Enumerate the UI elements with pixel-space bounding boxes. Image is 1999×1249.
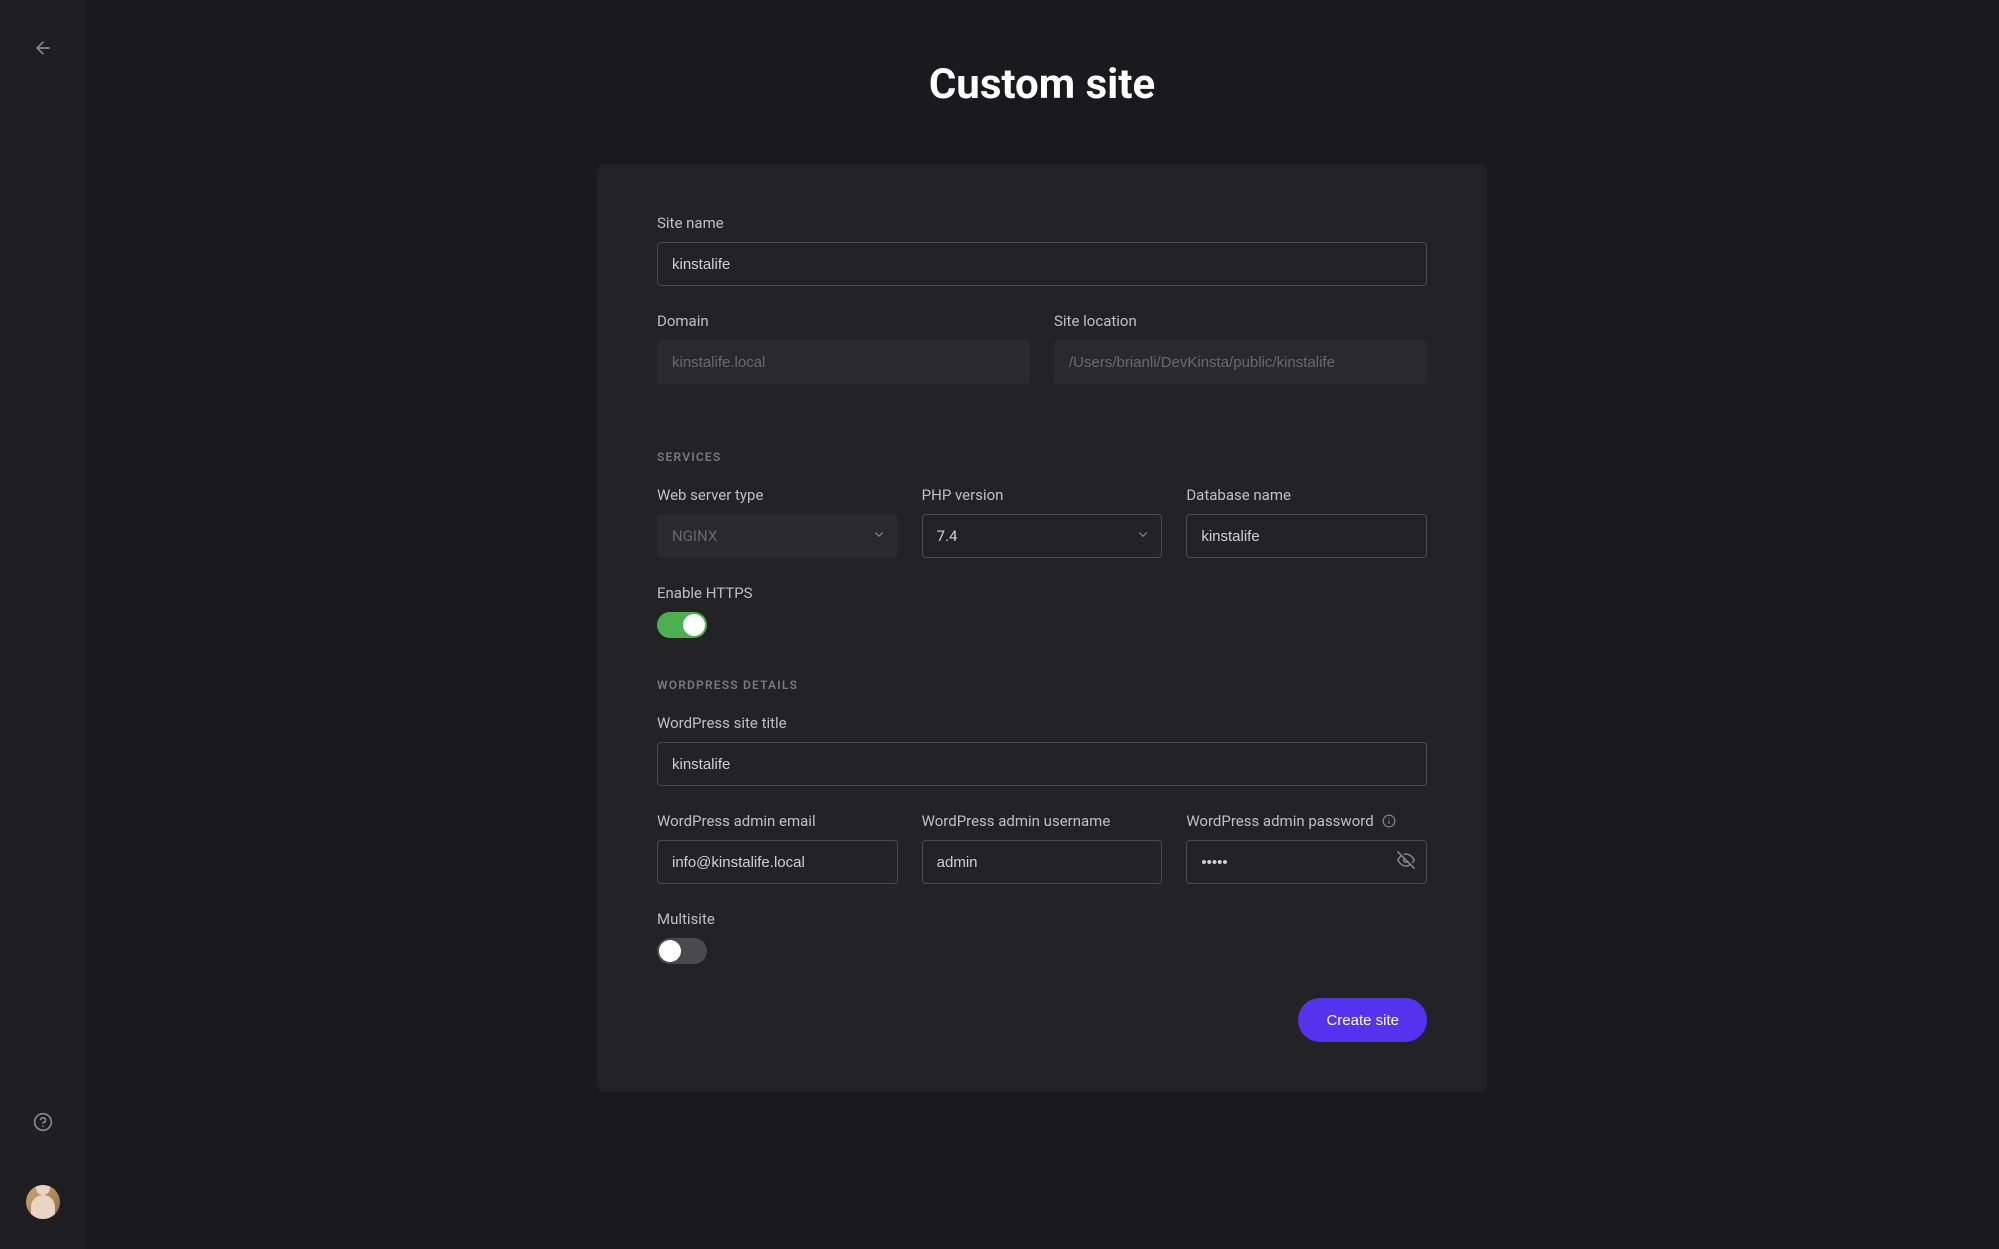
back-button[interactable] xyxy=(25,30,61,66)
web-server-type-select: NGINX xyxy=(657,514,898,558)
arrow-left-icon xyxy=(33,38,53,58)
php-version-group: PHP version 7.4 xyxy=(922,486,1163,558)
avatar[interactable] xyxy=(26,1185,60,1219)
toggle-knob xyxy=(683,614,705,636)
wp-admin-email-label: WordPress admin email xyxy=(657,812,898,830)
wp-site-title-input[interactable] xyxy=(657,742,1427,786)
wp-admin-password-label: WordPress admin password xyxy=(1186,812,1373,830)
help-button[interactable] xyxy=(25,1104,61,1140)
php-version-label: PHP version xyxy=(922,486,1163,504)
web-server-type-label: Web server type xyxy=(657,486,898,504)
multisite-toggle[interactable] xyxy=(657,938,707,964)
wp-site-title-group: WordPress site title xyxy=(657,714,1427,786)
wp-admin-email-input[interactable] xyxy=(657,840,898,884)
wp-admin-email-group: WordPress admin email xyxy=(657,812,898,884)
wp-admin-username-group: WordPress admin username xyxy=(922,812,1163,884)
multisite-group: Multisite xyxy=(657,910,1427,964)
main-content: Custom site Site name Domain Site locati… xyxy=(85,0,1999,1249)
enable-https-label: Enable HTTPS xyxy=(657,584,1427,602)
site-location-label: Site location xyxy=(1054,312,1427,330)
site-location-group: Site location xyxy=(1054,312,1427,384)
database-name-label: Database name xyxy=(1186,486,1427,504)
database-name-group: Database name xyxy=(1186,486,1427,558)
toggle-knob xyxy=(659,940,681,962)
domain-input xyxy=(657,340,1030,384)
database-name-input[interactable] xyxy=(1186,514,1427,558)
help-icon xyxy=(33,1112,53,1132)
web-server-type-group: Web server type NGINX xyxy=(657,486,898,558)
create-site-button[interactable]: Create site xyxy=(1298,998,1427,1042)
enable-https-group: Enable HTTPS xyxy=(657,584,1427,638)
wp-admin-password-group: WordPress admin password xyxy=(1186,812,1427,884)
wp-admin-username-input[interactable] xyxy=(922,840,1163,884)
eye-off-icon[interactable] xyxy=(1397,851,1415,873)
services-section-label: SERVICES xyxy=(657,450,1427,464)
form-actions: Create site xyxy=(657,998,1427,1042)
wp-admin-username-label: WordPress admin username xyxy=(922,812,1163,830)
multisite-label: Multisite xyxy=(657,910,1427,928)
form-card: Site name Domain Site location SERVICES … xyxy=(597,164,1487,1092)
info-icon[interactable] xyxy=(1382,814,1396,828)
domain-label: Domain xyxy=(657,312,1030,330)
sidebar xyxy=(0,0,85,1249)
avatar-image xyxy=(31,1195,55,1219)
wordpress-section-label: WORDPRESS DETAILS xyxy=(657,678,1427,692)
enable-https-toggle[interactable] xyxy=(657,612,707,638)
site-name-group: Site name xyxy=(657,214,1427,286)
site-name-input[interactable] xyxy=(657,242,1427,286)
page-title: Custom site xyxy=(929,60,1155,109)
site-name-label: Site name xyxy=(657,214,1427,232)
php-version-select[interactable]: 7.4 xyxy=(922,514,1163,558)
wp-site-title-label: WordPress site title xyxy=(657,714,1427,732)
site-location-input xyxy=(1054,340,1427,384)
wp-admin-password-input[interactable] xyxy=(1186,840,1427,884)
domain-group: Domain xyxy=(657,312,1030,384)
